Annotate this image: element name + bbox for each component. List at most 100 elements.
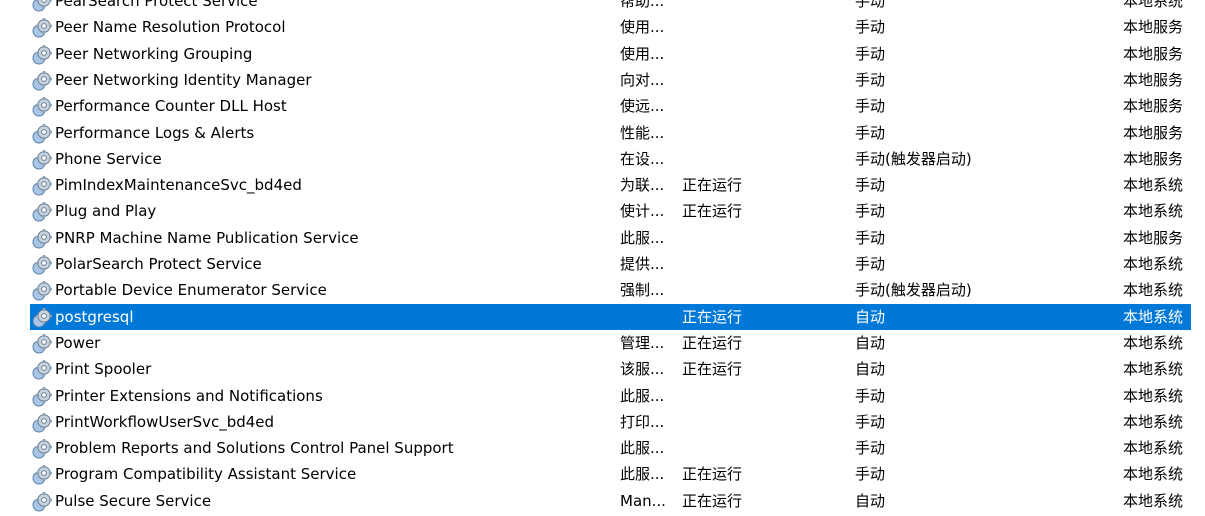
service-name-cell: postgresql bbox=[55, 307, 134, 326]
gear-icon bbox=[32, 44, 53, 65]
service-description-cell: 该服... bbox=[620, 360, 665, 379]
table-row[interactable]: Pulse Secure Service Man... 正在运行 自动 本地系统 bbox=[30, 488, 1191, 514]
service-description-cell: Man... bbox=[620, 491, 666, 510]
service-name-cell: Peer Name Resolution Protocol bbox=[55, 18, 286, 37]
table-row[interactable]: Program Compatibility Assistant Service 此… bbox=[30, 461, 1191, 487]
service-description-cell: 性能... bbox=[620, 123, 665, 142]
gear-icon bbox=[32, 386, 53, 407]
service-description-cell: 为联... bbox=[620, 176, 665, 195]
service-description-cell: 管理... bbox=[620, 333, 665, 352]
service-logon-as-cell: 本地系统 bbox=[1123, 307, 1184, 326]
service-name-cell: Plug and Play bbox=[55, 202, 157, 221]
service-name-cell: Print Spooler bbox=[55, 360, 152, 379]
service-name-cell: Performance Counter DLL Host bbox=[55, 97, 287, 116]
service-description-cell: 向对... bbox=[620, 70, 665, 89]
service-logon-as-cell: 本地系统 bbox=[1123, 465, 1184, 484]
service-startup-type-cell: 手动 bbox=[855, 176, 886, 195]
service-name-cell: Pulse Secure Service bbox=[55, 491, 212, 510]
gear-icon bbox=[32, 280, 53, 301]
service-startup-type-cell: 自动 bbox=[855, 307, 886, 326]
table-row[interactable]: Peer Networking Identity Manager 向对... 手动 本… bbox=[30, 67, 1191, 93]
service-status-cell: 正在运行 bbox=[682, 202, 743, 221]
gear-icon bbox=[32, 464, 53, 485]
service-startup-type-cell: 自动 bbox=[855, 491, 886, 510]
service-startup-type-cell: 手动 bbox=[855, 97, 886, 116]
services-list: PearSearch Protect Service 帮助... 手动 本地系统 Pee… bbox=[0, 0, 1205, 514]
service-status-cell: 正在运行 bbox=[682, 307, 743, 326]
service-logon-as-cell: 本地服务 bbox=[1123, 123, 1184, 142]
table-row[interactable]: Performance Counter DLL Host 使远... 手动 本地服务 bbox=[30, 93, 1191, 119]
table-row[interactable]: Peer Name Resolution Protocol 使用... 手动 本地服务 bbox=[30, 14, 1191, 40]
gear-icon bbox=[32, 491, 53, 512]
gear-icon bbox=[32, 228, 53, 249]
service-startup-type-cell: 手动 bbox=[855, 386, 886, 405]
service-startup-type-cell: 手动 bbox=[855, 465, 886, 484]
service-startup-type-cell: 手动 bbox=[855, 202, 886, 221]
service-status-cell: 正在运行 bbox=[682, 360, 743, 379]
table-row[interactable]: PearSearch Protect Service 帮助... 手动 本地系统 bbox=[30, 0, 1191, 14]
gear-icon bbox=[32, 307, 53, 328]
service-logon-as-cell: 本地系统 bbox=[1123, 176, 1184, 195]
service-startup-type-cell: 自动 bbox=[855, 333, 886, 352]
service-description-cell: 使用... bbox=[620, 18, 665, 37]
service-startup-type-cell: 手动 bbox=[855, 123, 886, 142]
service-name-cell: Peer Networking Grouping bbox=[55, 44, 253, 63]
service-name-cell: Problem Reports and Solutions Control Pa… bbox=[55, 439, 454, 458]
gear-icon bbox=[32, 333, 53, 354]
service-logon-as-cell: 本地系统 bbox=[1123, 491, 1184, 510]
service-logon-as-cell: 本地系统 bbox=[1123, 255, 1184, 273]
service-name-cell: PolarSearch Protect Service bbox=[55, 255, 262, 273]
service-description-cell: 此服... bbox=[620, 439, 665, 458]
service-status-cell: 正在运行 bbox=[682, 176, 743, 195]
table-row[interactable]: Phone Service 在设... 手动(触发器启动) 本地服务 bbox=[30, 146, 1191, 172]
service-name-cell: PearSearch Protect Service bbox=[55, 0, 258, 10]
service-logon-as-cell: 本地系统 bbox=[1123, 360, 1184, 379]
service-startup-type-cell: 手动 bbox=[855, 0, 886, 10]
gear-icon bbox=[32, 0, 53, 12]
gear-icon bbox=[32, 359, 53, 380]
service-description-cell: 在设... bbox=[620, 149, 665, 168]
table-row[interactable]: Plug and Play 使计... 正在运行 手动 本地系统 bbox=[30, 198, 1191, 224]
table-row[interactable]: Printer Extensions and Notifications 此服..… bbox=[30, 383, 1191, 409]
service-logon-as-cell: 本地服务 bbox=[1123, 149, 1184, 168]
service-description-cell: 使远... bbox=[620, 97, 665, 116]
gear-icon bbox=[32, 175, 53, 196]
service-description-cell: 此服... bbox=[620, 465, 665, 484]
service-name-cell: Printer Extensions and Notifications bbox=[55, 386, 323, 405]
service-startup-type-cell: 手动 bbox=[855, 255, 886, 273]
service-logon-as-cell: 本地系统 bbox=[1123, 0, 1184, 10]
service-logon-as-cell: 本地服务 bbox=[1123, 44, 1184, 63]
service-startup-type-cell: 手动 bbox=[855, 439, 886, 458]
table-row[interactable]: PNRP Machine Name Publication Service 此服.… bbox=[30, 225, 1191, 251]
gear-icon bbox=[32, 412, 53, 433]
service-description-cell: 使计... bbox=[620, 202, 665, 221]
gear-icon bbox=[32, 254, 53, 275]
table-row[interactable]: PolarSearch Protect Service 提供... 手动 本地系统 bbox=[30, 251, 1191, 277]
table-row[interactable]: PimIndexMaintenanceSvc_bd4ed 为联... 正在运行 手动 本… bbox=[30, 172, 1191, 198]
service-name-cell: Phone Service bbox=[55, 149, 162, 168]
table-row[interactable]: PrintWorkflowUserSvc_bd4ed 打印... 手动 本地系统 bbox=[30, 409, 1191, 435]
service-startup-type-cell: 手动 bbox=[855, 412, 886, 431]
service-status-cell: 正在运行 bbox=[682, 333, 743, 352]
table-row[interactable]: Portable Device Enumerator Service 强制... 手… bbox=[30, 277, 1191, 303]
table-row[interactable]: postgresql 正在运行 自动 本地系统 bbox=[30, 303, 1191, 330]
table-row[interactable]: Power 管理... 正在运行 自动 本地系统 bbox=[30, 330, 1191, 356]
gear-icon bbox=[32, 149, 53, 170]
gear-icon bbox=[32, 17, 53, 38]
service-logon-as-cell: 本地系统 bbox=[1123, 202, 1184, 221]
table-row[interactable]: Peer Networking Grouping 使用... 手动 本地服务 bbox=[30, 41, 1191, 67]
service-logon-as-cell: 本地服务 bbox=[1123, 97, 1184, 116]
table-row[interactable]: Problem Reports and Solutions Control Pa… bbox=[30, 435, 1191, 461]
service-name-cell: PrintWorkflowUserSvc_bd4ed bbox=[55, 412, 275, 431]
table-row[interactable]: Performance Logs & Alerts 性能... 手动 本地服务 bbox=[30, 120, 1191, 146]
service-description-cell: 此服... bbox=[620, 386, 665, 405]
service-description-cell: 打印... bbox=[620, 412, 665, 431]
service-logon-as-cell: 本地系统 bbox=[1123, 412, 1184, 431]
table-row[interactable]: Print Spooler 该服... 正在运行 自动 本地系统 bbox=[30, 356, 1191, 382]
service-status-cell: 正在运行 bbox=[682, 465, 743, 484]
gear-icon bbox=[32, 201, 53, 222]
service-description-cell: 强制... bbox=[620, 281, 665, 300]
service-description-cell: 使用... bbox=[620, 44, 665, 63]
service-name-cell: Portable Device Enumerator Service bbox=[55, 281, 327, 300]
service-startup-type-cell: 手动 bbox=[855, 18, 886, 37]
